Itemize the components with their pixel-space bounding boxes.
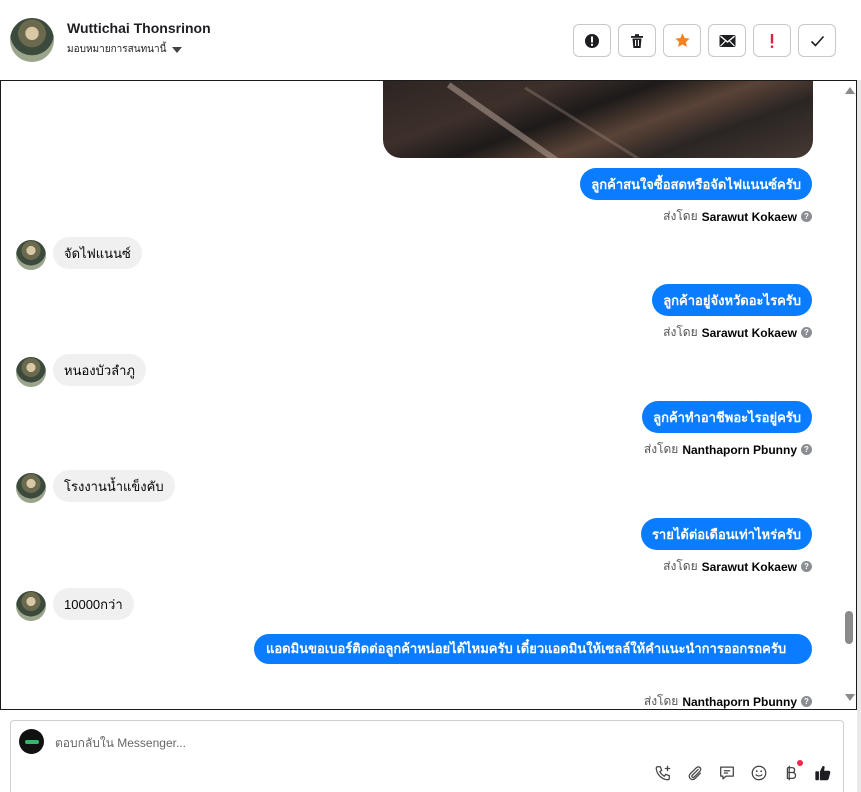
spam-button[interactable] bbox=[753, 24, 791, 57]
page-avatar bbox=[19, 729, 44, 754]
notification-dot bbox=[797, 760, 803, 766]
help-icon[interactable]: ? bbox=[801, 211, 812, 222]
like-button[interactable] bbox=[813, 763, 833, 783]
emoji-button[interactable] bbox=[749, 763, 769, 783]
outgoing-message[interactable]: รายได้ต่อเดือนเท่าไหร่ครับ bbox=[640, 518, 812, 550]
agent-name: Nanthaporn Pbunny bbox=[682, 694, 797, 709]
contact-avatar-small[interactable] bbox=[16, 357, 46, 387]
call-button[interactable] bbox=[653, 763, 673, 783]
outgoing-message[interactable]: ลูกค้าทำอาชีพอะไรอยู่ครับ bbox=[642, 401, 812, 433]
assign-label: มอบหมายการสนทนานี้ bbox=[67, 44, 167, 55]
incoming-message[interactable]: 10000กว่า bbox=[53, 588, 134, 620]
star-icon bbox=[674, 33, 690, 47]
outgoing-message[interactable]: ลูกค้าอยู่จังหวัดอะไรครับ bbox=[652, 284, 812, 316]
phone-add-icon bbox=[655, 765, 671, 781]
delete-button[interactable] bbox=[618, 24, 656, 57]
sent-by-line: ส่งโดย Nanthaporn Pbunny ? bbox=[643, 692, 812, 709]
mark-done-button[interactable] bbox=[798, 24, 836, 57]
sent-by-line: ส่งโดย Nanthaporn Pbunny ? bbox=[644, 440, 812, 459]
outgoing-message[interactable]: ลูกค้าสนใจซื้อสดหรือจัดไฟแนนซ์ครับ bbox=[580, 168, 812, 200]
baht-payment-icon bbox=[786, 765, 797, 781]
sent-by-prefix: ส่งโดย bbox=[643, 442, 679, 456]
sent-by-prefix: ส่งโดย bbox=[643, 694, 679, 708]
emoji-icon bbox=[751, 765, 767, 781]
thumbs-up-icon bbox=[815, 765, 831, 781]
message-thread[interactable]: ลูกค้าสนใจซื้อสดหรือจัดไฟแนนซ์ครับ ส่งโด… bbox=[0, 80, 857, 710]
composer-tools bbox=[653, 760, 833, 783]
incoming-message[interactable]: โรงงานน้ำแข็งคับ bbox=[53, 470, 175, 502]
attach-button[interactable] bbox=[685, 763, 705, 783]
mark-unread-button[interactable] bbox=[708, 24, 746, 57]
help-icon[interactable]: ? bbox=[801, 444, 812, 455]
scroll-down-arrow-icon[interactable] bbox=[845, 694, 855, 701]
payment-button[interactable] bbox=[781, 760, 803, 783]
scroll-up-arrow-icon[interactable] bbox=[845, 87, 855, 94]
check-icon bbox=[810, 35, 824, 47]
scrollbar-thumb[interactable] bbox=[845, 611, 853, 644]
thread-scrollbar[interactable] bbox=[842, 81, 856, 709]
help-icon[interactable]: ? bbox=[801, 561, 812, 572]
attached-photo[interactable] bbox=[383, 81, 813, 158]
help-icon[interactable]: ? bbox=[801, 327, 812, 338]
agent-name: Nanthaporn Pbunny bbox=[682, 442, 797, 457]
sent-by-prefix: ส่งโดย bbox=[663, 209, 698, 223]
reply-input[interactable] bbox=[55, 733, 555, 753]
paperclip-icon bbox=[688, 766, 702, 781]
sent-by-prefix: ส่งโดย bbox=[663, 559, 698, 573]
sent-by-line: ส่งโดย Sarawut Kokaew ? bbox=[663, 207, 812, 226]
contact-name[interactable]: Wuttichai Thonsrinon bbox=[67, 20, 211, 36]
saved-replies-button[interactable] bbox=[717, 763, 737, 783]
contact-avatar[interactable] bbox=[10, 18, 54, 62]
agent-name: Sarawut Kokaew bbox=[701, 209, 797, 224]
incoming-message[interactable]: จัดไฟแนนซ์ bbox=[53, 237, 142, 269]
contact-avatar-small[interactable] bbox=[16, 591, 46, 621]
report-button[interactable] bbox=[573, 24, 611, 57]
conversation-toolbar bbox=[573, 24, 836, 57]
agent-name: Sarawut Kokaew bbox=[701, 559, 797, 574]
outgoing-message[interactable]: แอดมินขอเบอร์ติดต่อลูกค้าหน่อยได้ไหมครับ… bbox=[254, 634, 812, 664]
agent-name: Sarawut Kokaew bbox=[701, 325, 797, 340]
conversation-header: Wuttichai Thonsrinon มอบหมายการสนทนานี้ bbox=[0, 0, 861, 80]
report-icon bbox=[585, 33, 599, 48]
sent-by-line: ส่งโดย Sarawut Kokaew ? bbox=[663, 323, 812, 342]
window-edge bbox=[857, 0, 861, 792]
sent-by-prefix: ส่งโดย bbox=[663, 325, 698, 339]
contact-avatar-small[interactable] bbox=[16, 473, 46, 503]
exclamation-icon bbox=[770, 33, 774, 48]
help-icon[interactable]: ? bbox=[801, 696, 812, 707]
star-button[interactable] bbox=[663, 24, 701, 57]
reply-composer bbox=[10, 720, 844, 792]
envelope-icon bbox=[719, 34, 735, 47]
trash-icon bbox=[631, 33, 643, 48]
assign-conversation-dropdown[interactable]: มอบหมายการสนทนานี้ bbox=[67, 42, 183, 57]
sent-by-line: ส่งโดย Sarawut Kokaew ? bbox=[663, 557, 812, 576]
contact-avatar-small[interactable] bbox=[16, 240, 46, 270]
caret-down-icon bbox=[172, 46, 183, 53]
incoming-message[interactable]: หนองบัวลำภู bbox=[53, 354, 146, 386]
saved-reply-icon bbox=[720, 766, 734, 780]
